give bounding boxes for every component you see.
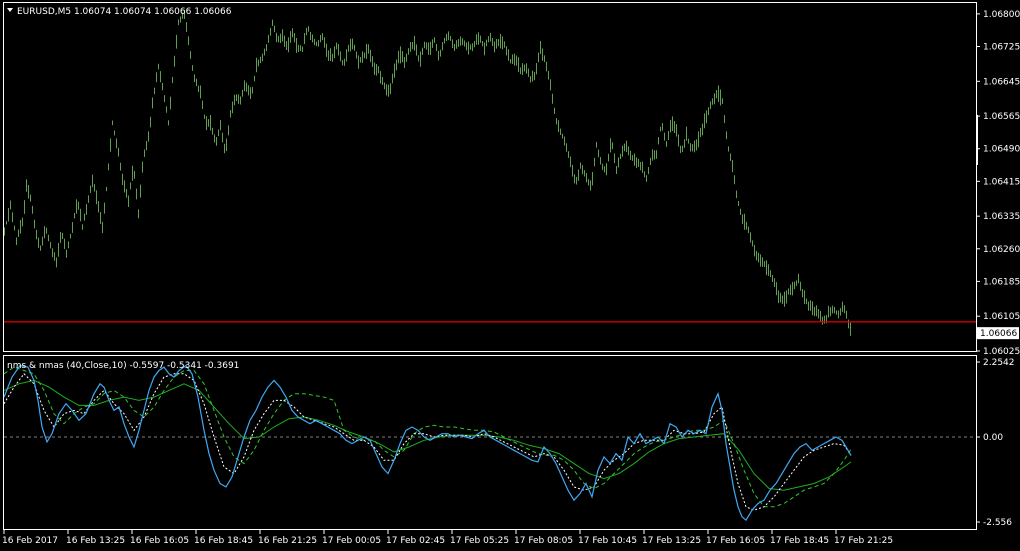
time-tick-label: 17 Feb 00:05 [322, 536, 381, 546]
price-tick-label: 1.06490 [983, 145, 1020, 155]
time-tick-label: 16 Feb 18:45 [194, 536, 253, 546]
time-tick-label: 16 Feb 21:25 [258, 536, 317, 546]
chart-header[interactable]: EURUSD,M5 1.06074 1.06074 1.06066 1.0606… [7, 7, 232, 17]
time-tick-label: 16 Feb 13:25 [66, 536, 125, 546]
chart-canvas: 1.06066 1.06800 1.06725 1.06645 1.06565 1.06… [0, 0, 1020, 551]
price-tick-label: 1.06105 [983, 312, 1020, 322]
price-tick-label: 1.06800 [983, 10, 1020, 20]
symbol-header: EURUSD,M5 1.06074 1.06074 1.06066 1.0606… [17, 7, 232, 17]
price-tick-label: 1.06415 [983, 177, 1020, 187]
price-tick-label: 1.06185 [983, 277, 1020, 287]
chart-background [0, 0, 1020, 551]
time-tick-label: 17 Feb 18:45 [770, 536, 829, 546]
time-tick-label: 17 Feb 02:45 [386, 536, 445, 546]
indicator-header: nms & nmas (40,Close,10) -0.5597 -0.5341… [7, 361, 239, 371]
time-tick-label: 17 Feb 16:05 [706, 536, 765, 546]
time-tick-label: 17 Feb 13:25 [642, 536, 701, 546]
time-tick-label: 17 Feb 05:25 [450, 536, 509, 546]
price-tick-label: 1.06645 [983, 77, 1020, 87]
indicator-tick-label: -2.556 [983, 518, 1012, 528]
current-price-label: 1.06066 [980, 329, 1017, 339]
price-tick-label: 1.06565 [983, 112, 1020, 122]
price-tick-label: 1.06725 [983, 43, 1020, 53]
price-scale-handle[interactable] [976, 115, 978, 165]
price-tick-label: 1.06335 [983, 212, 1020, 222]
indicator-tick-label: 0.00 [983, 433, 1003, 443]
time-tick-label: 16 Feb 2017 [2, 536, 58, 546]
price-tick-label: 1.06260 [983, 245, 1020, 255]
indicator-tick-label: 2.2542 [983, 358, 1015, 368]
time-tick-label: 17 Feb 21:25 [834, 536, 893, 546]
price-tick-label: 1.06025 [983, 347, 1020, 357]
time-tick-label: 16 Feb 16:05 [130, 536, 189, 546]
time-tick-label: 17 Feb 10:45 [578, 536, 637, 546]
time-tick-label: 17 Feb 08:05 [514, 536, 573, 546]
